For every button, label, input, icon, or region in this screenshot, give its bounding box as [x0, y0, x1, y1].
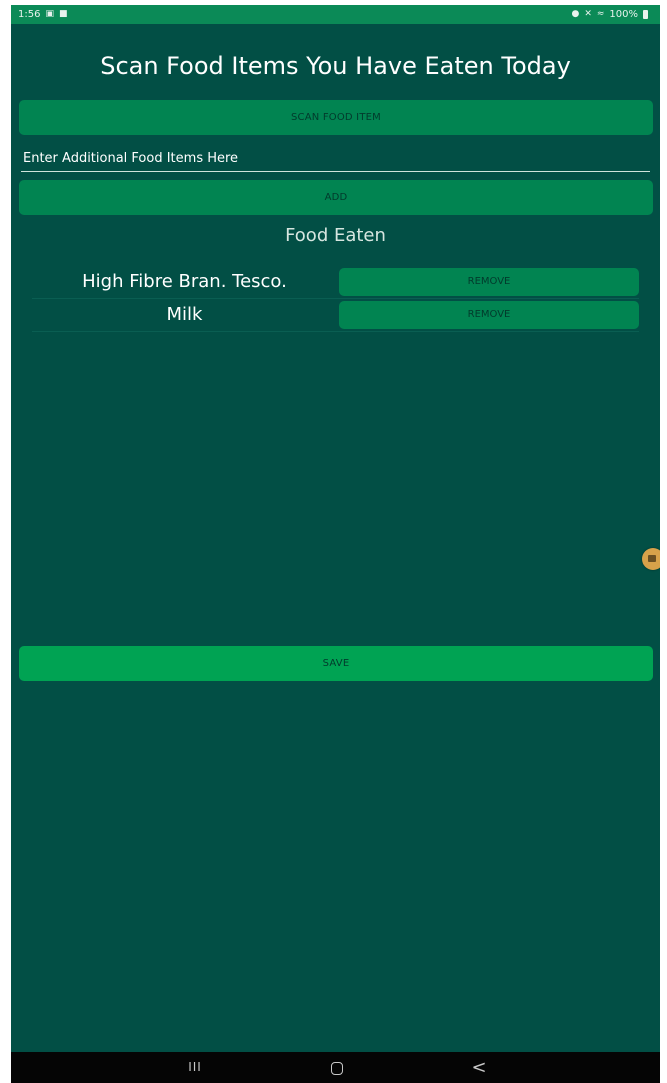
food-list-row: High Fibre Bran. Tesco. REMOVE: [32, 266, 639, 299]
battery-icon: [643, 10, 648, 19]
recents-button[interactable]: III: [175, 1052, 215, 1083]
mute-icon: ✕: [584, 9, 592, 19]
food-item-name: Milk: [166, 304, 203, 325]
scan-food-item-button[interactable]: SCAN FOOD ITEM: [19, 100, 653, 135]
back-button[interactable]: <: [459, 1052, 499, 1083]
add-button[interactable]: ADD: [19, 180, 653, 215]
lock-icon: ●: [571, 9, 580, 19]
battery-level: 100%: [609, 9, 638, 20]
save-button[interactable]: SAVE: [19, 646, 653, 681]
remove-food-button[interactable]: REMOVE: [339, 268, 639, 296]
additional-food-input[interactable]: [21, 146, 650, 170]
food-input-field: [21, 146, 650, 172]
food-list-row: Milk REMOVE: [32, 299, 639, 332]
video-icon: ■: [58, 9, 68, 19]
food-eaten-heading: Food Eaten: [285, 225, 386, 246]
home-button[interactable]: [317, 1052, 357, 1083]
food-eaten-list: High Fibre Bran. Tesco. REMOVE Milk REMO…: [32, 266, 639, 332]
remove-food-button[interactable]: REMOVE: [339, 301, 639, 329]
status-time: 1:56: [18, 9, 41, 20]
food-item-name: High Fibre Bran. Tesco.: [82, 271, 287, 292]
status-bar: 1:56 ▣ ■ ● ✕ ≈ 100%: [11, 5, 660, 24]
navigation-bar: III <: [11, 1052, 660, 1083]
status-bar-right: ● ✕ ≈ 100%: [571, 5, 648, 24]
screen-recorder-icon[interactable]: [642, 548, 660, 570]
wifi-icon: ≈: [596, 9, 605, 19]
status-bar-left: 1:56 ▣ ■: [18, 5, 68, 24]
image-icon: ▣: [45, 9, 54, 19]
page-title: Scan Food Items You Have Eaten Today: [100, 52, 571, 80]
app-screen: 1:56 ▣ ■ ● ✕ ≈ 100% Scan Food Items You …: [11, 5, 660, 1083]
home-icon: [331, 1062, 343, 1075]
